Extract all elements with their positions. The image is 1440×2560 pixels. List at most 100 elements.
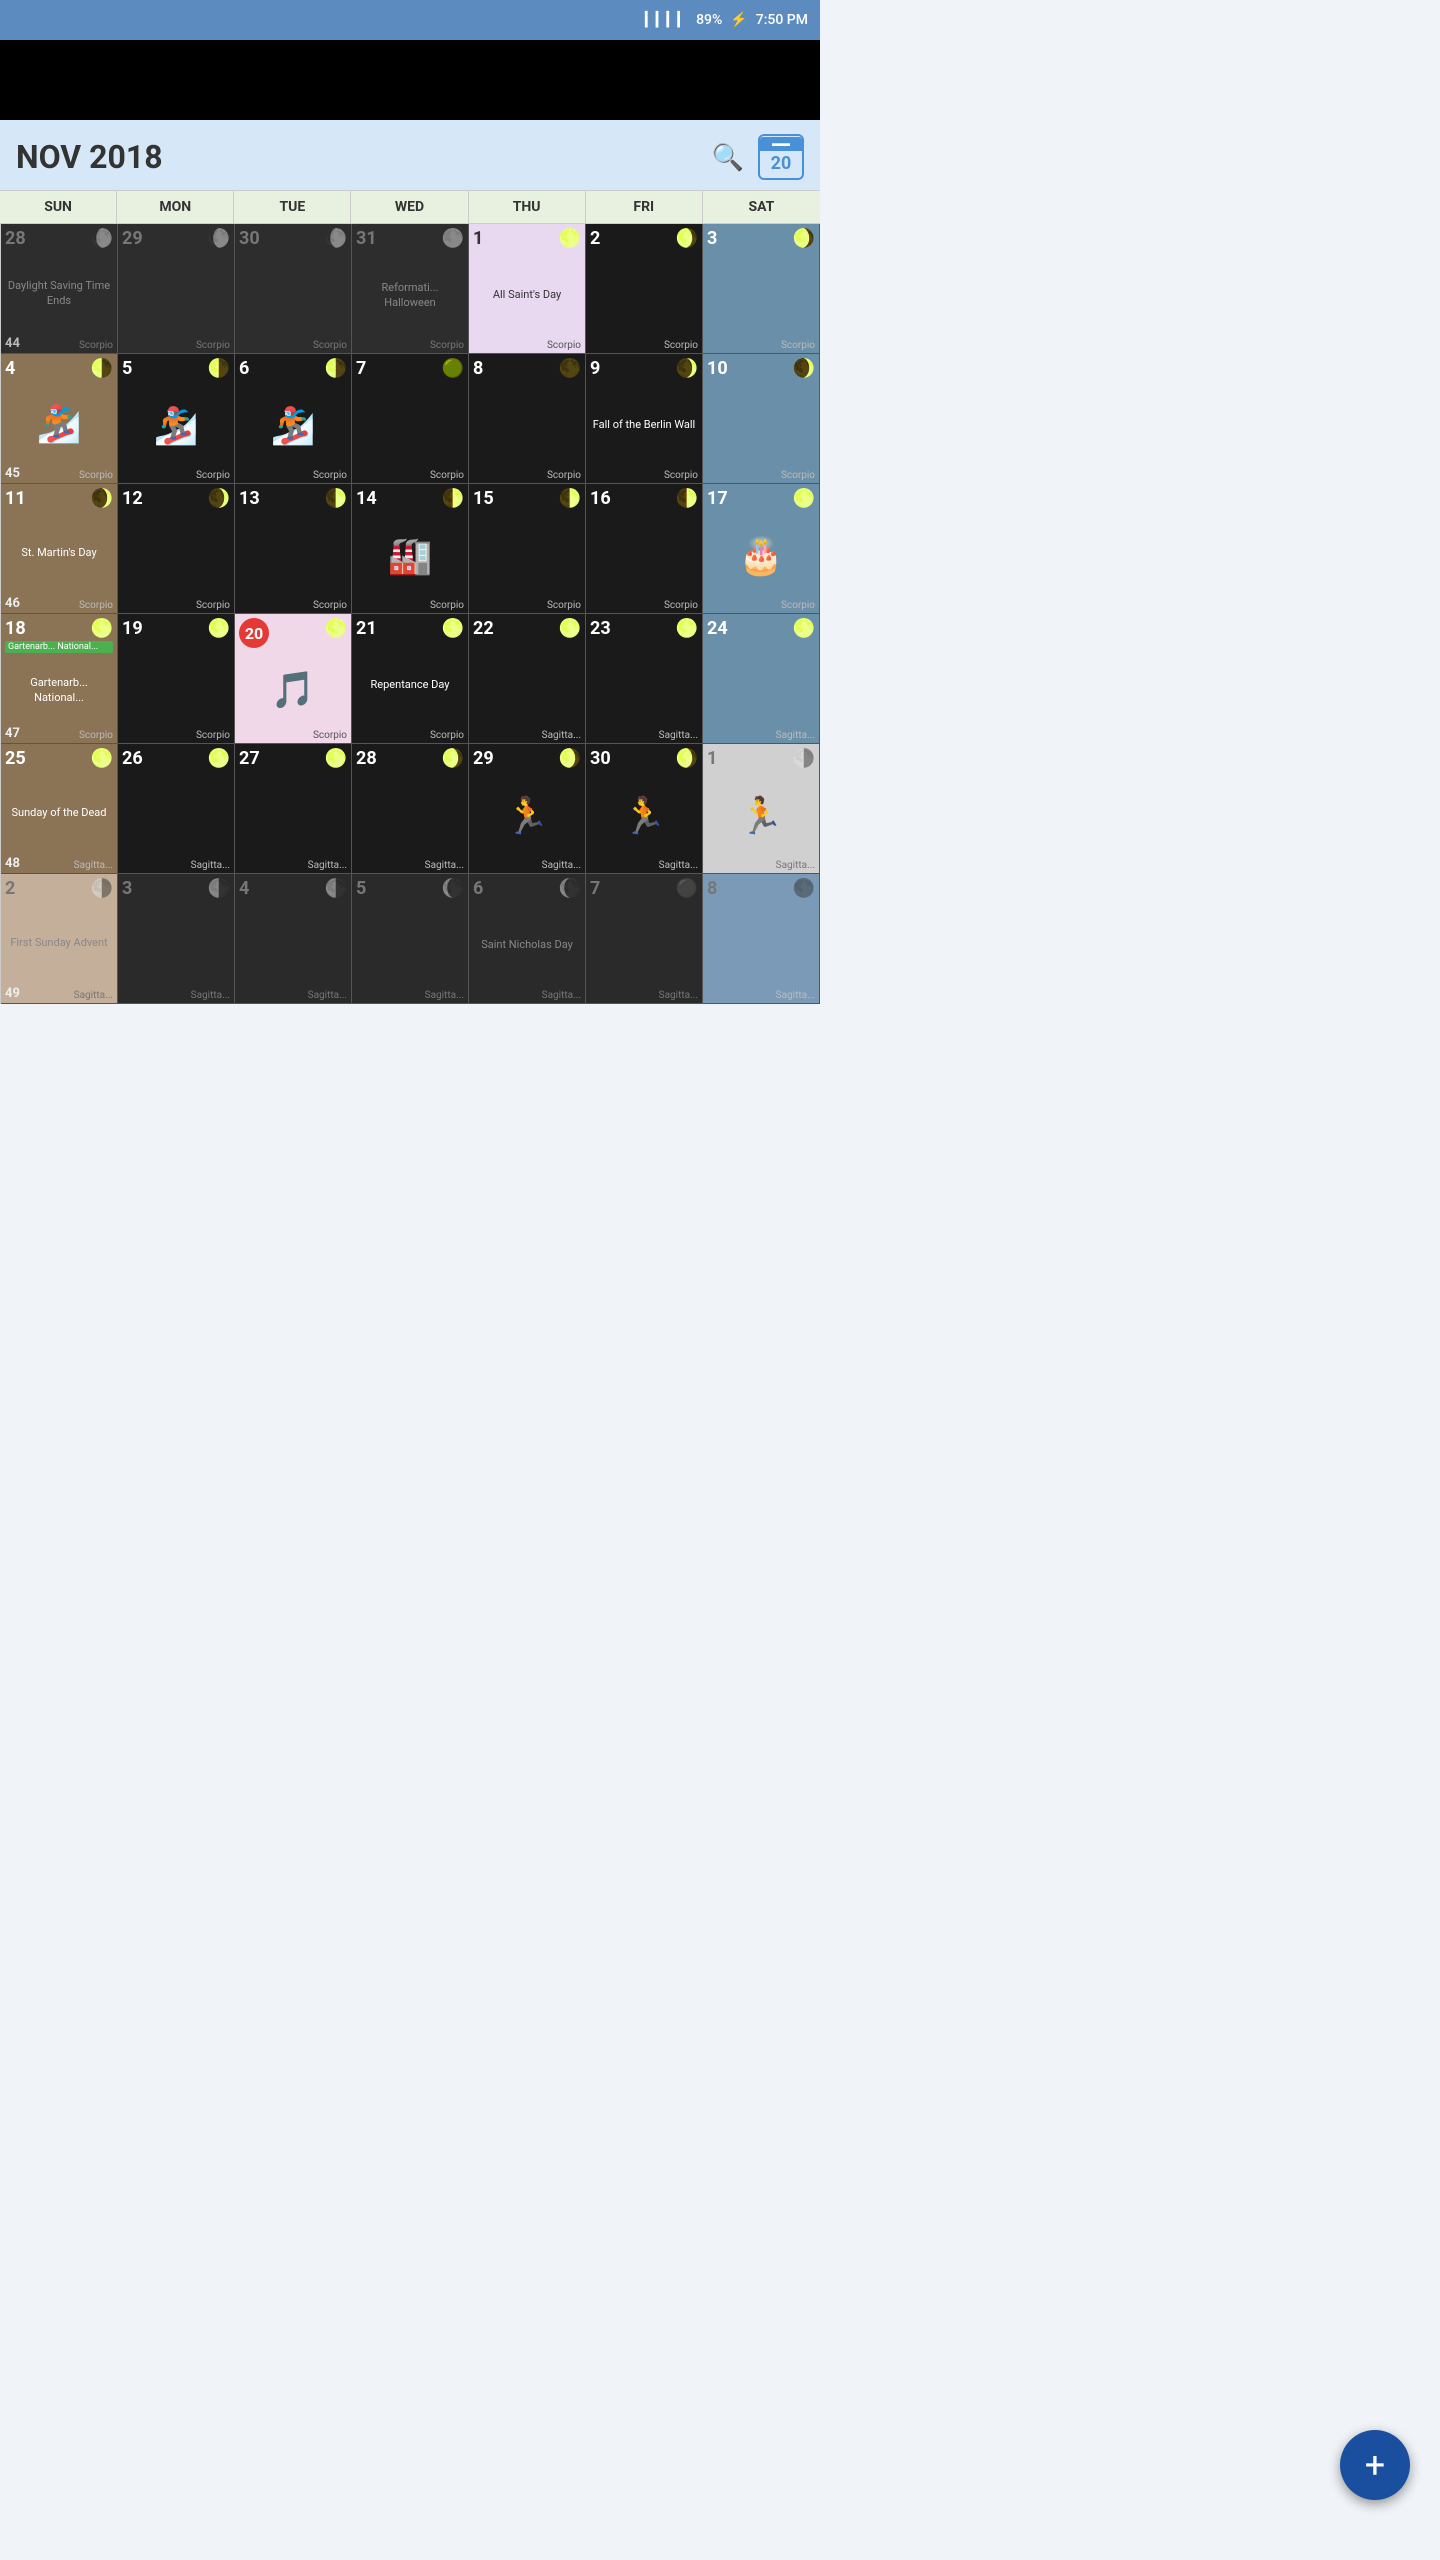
calendar-cell[interactable]: 18🌕Gartenarb... National...Gartenarb... … — [1, 614, 118, 744]
calendar-cell[interactable]: 3🌖Scorpio — [703, 224, 820, 354]
zodiac-label: Scorpio — [313, 730, 347, 741]
calendar-cell[interactable]: 16🌓Scorpio — [586, 484, 703, 614]
cell-bottom-row: 49Sagitta... — [5, 986, 113, 1001]
calendar-cell[interactable]: 10🌒Scorpio — [703, 354, 820, 484]
moon-phase-icon: 🌕 — [442, 228, 464, 249]
calendar-cell[interactable]: 26🌕Sagitta... — [118, 744, 235, 874]
day-number: 29 — [473, 748, 494, 769]
zodiac-label: Sagitta... — [776, 730, 815, 741]
zodiac-label: Scorpio — [313, 600, 347, 611]
day-number: 30 — [239, 228, 260, 249]
day-number: 1 — [473, 228, 483, 249]
calendar-cell[interactable]: 2🌖Scorpio — [586, 224, 703, 354]
moon-phase-icon: 🌕 — [793, 488, 815, 509]
calendar-cell[interactable]: 24🌕Sagitta... — [703, 614, 820, 744]
calendar-cell[interactable]: 30🌔Scorpio — [235, 224, 352, 354]
calendar-cell[interactable]: 5🌘Sagitta... — [352, 874, 469, 1004]
zodiac-label: Sagitta... — [542, 990, 581, 1001]
calendar-cell[interactable]: 1🌕All Saint's DayScorpio — [469, 224, 586, 354]
zodiac-label: Sagitta... — [542, 860, 581, 871]
today-number: 20 — [239, 618, 269, 648]
calendar-cell[interactable]: 14🌓🏭Scorpio — [352, 484, 469, 614]
calendar-cell[interactable]: 6🌘Saint Nicholas DaySagitta... — [469, 874, 586, 1004]
calendar-cell[interactable]: 15🌓Scorpio — [469, 484, 586, 614]
calendar-cell[interactable]: 29🌖🏃Sagitta... — [469, 744, 586, 874]
cell-bottom-row: Scorpio — [356, 600, 464, 611]
dow-thu: THU — [469, 191, 586, 223]
cell-event-text: Gartenarb... National... — [5, 655, 113, 726]
zodiac-label: Scorpio — [430, 470, 464, 481]
moon-phase-icon: 🔴 — [676, 878, 698, 899]
calendar-cell[interactable]: 12🌒Scorpio — [118, 484, 235, 614]
calendar-cell[interactable]: 25🌕Sunday of the Dead48Sagitta... — [1, 744, 118, 874]
day-number: 17 — [707, 488, 728, 509]
day-number: 7 — [356, 358, 366, 379]
calendar-cell[interactable]: 1🌗🏃Sagitta... — [703, 744, 820, 874]
cell-bottom-row: 44Scorpio — [5, 336, 113, 351]
add-event-button[interactable]: + — [1340, 2430, 1410, 2500]
dow-mon: MON — [117, 191, 234, 223]
zodiac-label: Scorpio — [79, 600, 113, 611]
calendar-cell[interactable]: 3🌗Sagitta... — [118, 874, 235, 1004]
calendar-cell[interactable]: 11🌒St. Martin's Day46Scorpio — [1, 484, 118, 614]
moon-phase-icon: 🌔 — [208, 228, 230, 249]
search-button[interactable]: 🔍 — [712, 142, 744, 173]
calendar-cell[interactable]: 28🌔Daylight Saving Time Ends44Scorpio — [1, 224, 118, 354]
moon-phase-icon: 🌗 — [91, 878, 113, 899]
week-number: 49 — [5, 986, 20, 1001]
moon-phase-icon: 🌕 — [793, 618, 815, 639]
calendar-cell[interactable]: 8🌑Scorpio — [469, 354, 586, 484]
day-number: 11 — [5, 488, 26, 509]
calendar-cell[interactable]: 4🌗Sagitta... — [235, 874, 352, 1004]
cell-event-text: Reformati... Halloween — [356, 251, 464, 340]
calendar-cell[interactable]: 9🌒Fall of the Berlin WallScorpio — [586, 354, 703, 484]
dow-sun: SUN — [0, 191, 117, 223]
calendar-cell[interactable]: 4🌗🏂45Scorpio — [1, 354, 118, 484]
day-number: 1 — [707, 748, 717, 769]
today-button[interactable]: ▬▬ 20 — [758, 134, 804, 180]
moon-phase-icon: 🌒 — [208, 488, 230, 509]
moon-phase-icon: 🌒 — [676, 358, 698, 379]
zodiac-label: Sagitta... — [425, 990, 464, 1001]
zodiac-label: Scorpio — [547, 600, 581, 611]
calendar-cell[interactable]: 7🔴Sagitta... — [586, 874, 703, 1004]
cell-emoji: 🏃 — [590, 771, 698, 860]
calendar-cell[interactable]: 21🌕Repentance DayScorpio — [352, 614, 469, 744]
cell-bottom-row: Sagitta... — [707, 990, 815, 1001]
week-number: 45 — [5, 466, 20, 481]
day-number: 13 — [239, 488, 260, 509]
zodiac-label: Sagitta... — [74, 860, 113, 871]
calendar-cell[interactable]: 27🌕Sagitta... — [235, 744, 352, 874]
cell-bottom-row: Scorpio — [122, 340, 230, 351]
cell-bottom-row: 48Sagitta... — [5, 856, 113, 871]
calendar-cell[interactable]: 19🌕Scorpio — [118, 614, 235, 744]
cell-bottom-row: Sagitta... — [590, 990, 698, 1001]
calendar-cell[interactable]: 29🌔Scorpio — [118, 224, 235, 354]
zodiac-label: Scorpio — [664, 470, 698, 481]
time-display: 7:50 PM — [756, 12, 808, 28]
cell-bottom-row: Sagitta... — [707, 860, 815, 871]
zodiac-label: Scorpio — [430, 340, 464, 351]
calendar-cell[interactable]: 17🌕🎂Scorpio — [703, 484, 820, 614]
calendar-cell[interactable]: 28🌖Sagitta... — [352, 744, 469, 874]
calendar-cell[interactable]: 13🌓Scorpio — [235, 484, 352, 614]
calendar-cell[interactable]: 2🌗First Sunday Advent49Sagitta... — [1, 874, 118, 1004]
zodiac-label: Sagitta... — [776, 860, 815, 871]
zodiac-label: Scorpio — [781, 600, 815, 611]
calendar-cell[interactable]: 5🌗🏂Scorpio — [118, 354, 235, 484]
calendar-cell[interactable]: 6🌗🏂Scorpio — [235, 354, 352, 484]
cell-event-text: Saint Nicholas Day — [473, 901, 581, 990]
calendar-cell[interactable]: 22🌕Sagitta... — [469, 614, 586, 744]
calendar-cell[interactable]: 7🔴Scorpio — [352, 354, 469, 484]
day-number: 2 — [590, 228, 600, 249]
calendar-cell[interactable]: 20🌕🎵Scorpio — [235, 614, 352, 744]
event-tag: Gartenarb... National... — [5, 641, 113, 653]
calendar-cell[interactable]: 30🌖🏃Sagitta... — [586, 744, 703, 874]
calendar-cell[interactable]: 31🌕Reformati... HalloweenScorpio — [352, 224, 469, 354]
calendar-cell[interactable]: 8🌑Sagitta... — [703, 874, 820, 1004]
moon-phase-icon: 🌑 — [793, 878, 815, 899]
day-number: 3 — [122, 878, 132, 899]
calendar-cell[interactable]: 23🌕Sagitta... — [586, 614, 703, 744]
day-number: 30 — [590, 748, 611, 769]
dow-tue: TUE — [234, 191, 351, 223]
